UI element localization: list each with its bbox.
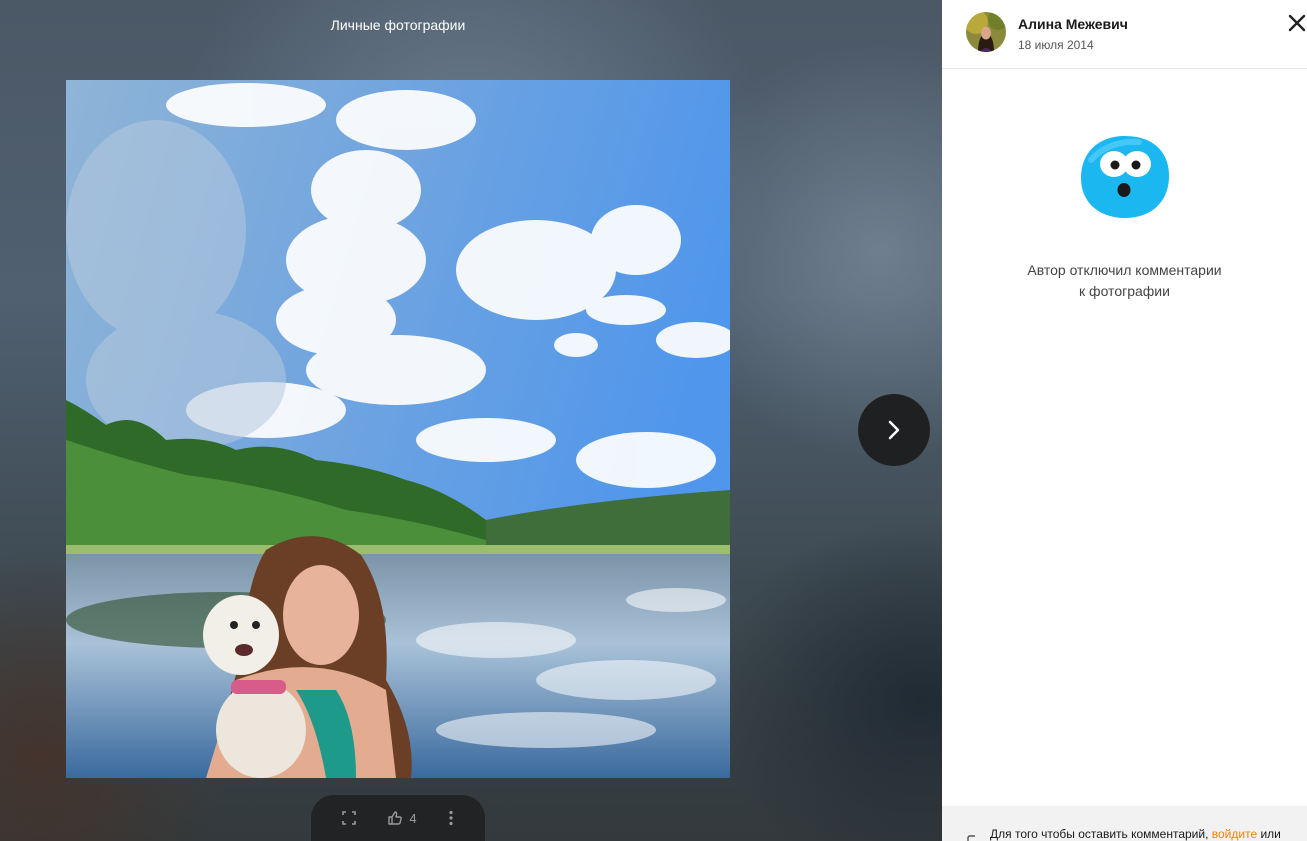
album-title: Личные фотографии (330, 17, 466, 33)
thumbs-up-icon (388, 811, 403, 825)
author-header: Алина Межевич 18 июля 2014 (942, 0, 1307, 69)
photo-toolbar: 4 (311, 795, 485, 841)
avatar[interactable] (966, 12, 1006, 52)
author-name[interactable]: Алина Межевич (1018, 16, 1128, 32)
close-button[interactable] (1288, 14, 1307, 34)
photo-date: 18 июля 2014 (1018, 38, 1094, 52)
more-options-button[interactable] (448, 810, 454, 826)
disabled-text-line2: к фотографии (1079, 283, 1170, 299)
photo-viewer: Личные фотографии 4 (0, 0, 942, 841)
more-vertical-icon (448, 810, 453, 826)
fullscreen-button[interactable] (342, 811, 357, 825)
login-link[interactable]: войдите (1212, 827, 1257, 841)
login-prompt: Для того чтобы оставить комментарий, вой… (942, 806, 1307, 841)
login-arrow-icon (967, 835, 975, 841)
comments-disabled-notice: Автор отключил комментарии к фотографии (942, 130, 1307, 302)
close-icon (1288, 14, 1306, 32)
disabled-text-line1: Автор отключил комментарии (1027, 262, 1222, 278)
comments-sidebar: Алина Межевич 18 июля 2014 Автор отключи… (942, 0, 1307, 841)
login-prompt-text: Для того чтобы оставить комментарий, (990, 827, 1209, 841)
next-photo-button[interactable] (858, 394, 930, 466)
chevron-right-icon (888, 420, 900, 440)
likes-count: 4 (409, 810, 417, 826)
login-prompt-suffix: или (1260, 827, 1281, 841)
fullscreen-icon (342, 811, 357, 825)
surprised-face-icon (1080, 136, 1169, 218)
like-button[interactable]: 4 (387, 810, 417, 826)
photo[interactable] (66, 80, 730, 778)
